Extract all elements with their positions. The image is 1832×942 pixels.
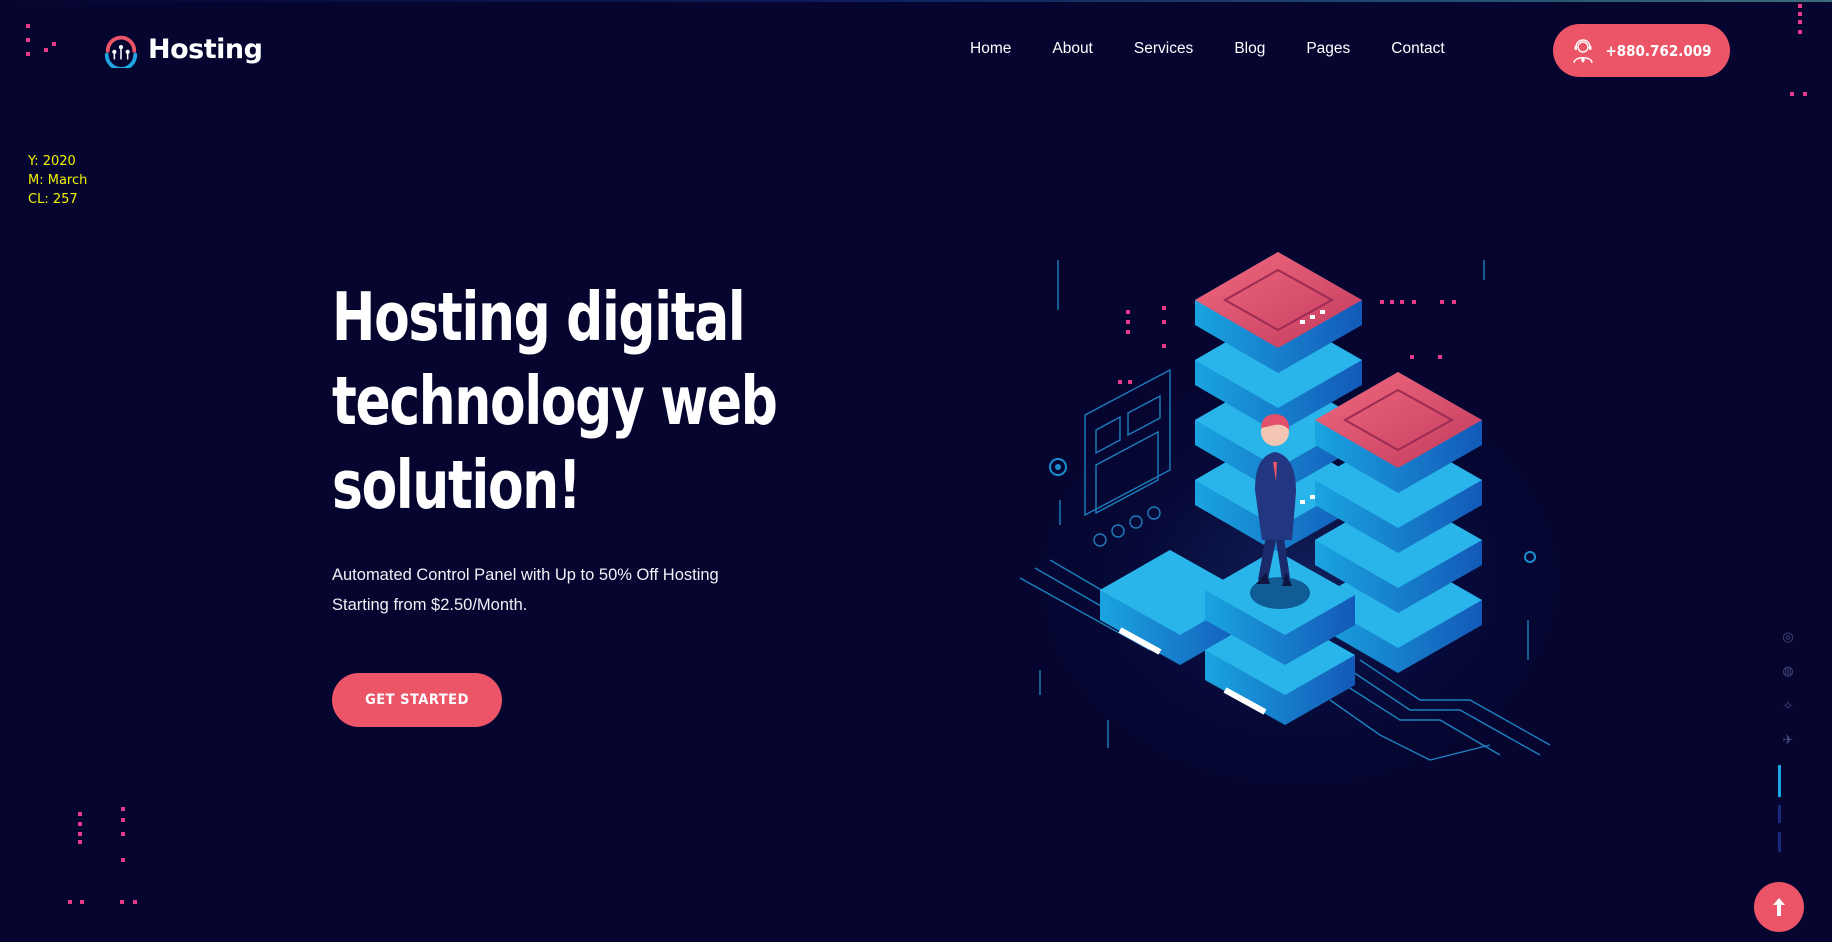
logo[interactable]: Hosting bbox=[102, 30, 263, 68]
debug-cl: CL: 257 bbox=[28, 192, 78, 207]
plane-icon[interactable]: ✈ bbox=[1781, 734, 1795, 748]
globe-icon[interactable]: ◍ bbox=[1781, 665, 1795, 679]
nav-contact[interactable]: Contact bbox=[1391, 40, 1444, 58]
phone-button[interactable]: +880.762.009 bbox=[1553, 24, 1730, 77]
support-agent-icon bbox=[1573, 38, 1594, 63]
phone-number: +880.762.009 bbox=[1605, 41, 1712, 60]
main-nav: Home About Services Blog Pages Contact bbox=[970, 40, 1486, 58]
top-accent-line bbox=[0, 0, 1832, 2]
nav-about[interactable]: About bbox=[1052, 40, 1093, 58]
debug-info: Y: 2020 M: March CL: 257 bbox=[28, 152, 87, 209]
hero-title: Hosting digital technology web solution! bbox=[332, 278, 778, 524]
scroll-top-button[interactable] bbox=[1754, 882, 1804, 932]
rail-progress-active bbox=[1778, 765, 1781, 797]
nav-blog[interactable]: Blog bbox=[1234, 40, 1265, 58]
nav-services[interactable]: Services bbox=[1134, 40, 1193, 58]
server-illustration bbox=[1010, 252, 1590, 810]
get-started-button[interactable]: GET STARTED bbox=[332, 673, 502, 727]
nav-home[interactable]: Home bbox=[970, 40, 1011, 58]
arrow-up-icon bbox=[1773, 898, 1785, 916]
hero-subtitle: Automated Control Panel with Up to 50% O… bbox=[332, 566, 719, 614]
logo-text: Hosting bbox=[148, 33, 263, 65]
dribbble-icon[interactable]: ✧ bbox=[1781, 700, 1795, 714]
debug-month: M: March bbox=[28, 173, 88, 188]
rail-progress-segment bbox=[1778, 805, 1781, 823]
nav-pages[interactable]: Pages bbox=[1306, 40, 1350, 58]
logo-icon bbox=[104, 35, 138, 68]
rail-progress-segment bbox=[1778, 832, 1781, 852]
instagram-icon[interactable]: ◎ bbox=[1781, 631, 1795, 645]
debug-year: Y: 2020 bbox=[28, 154, 76, 169]
